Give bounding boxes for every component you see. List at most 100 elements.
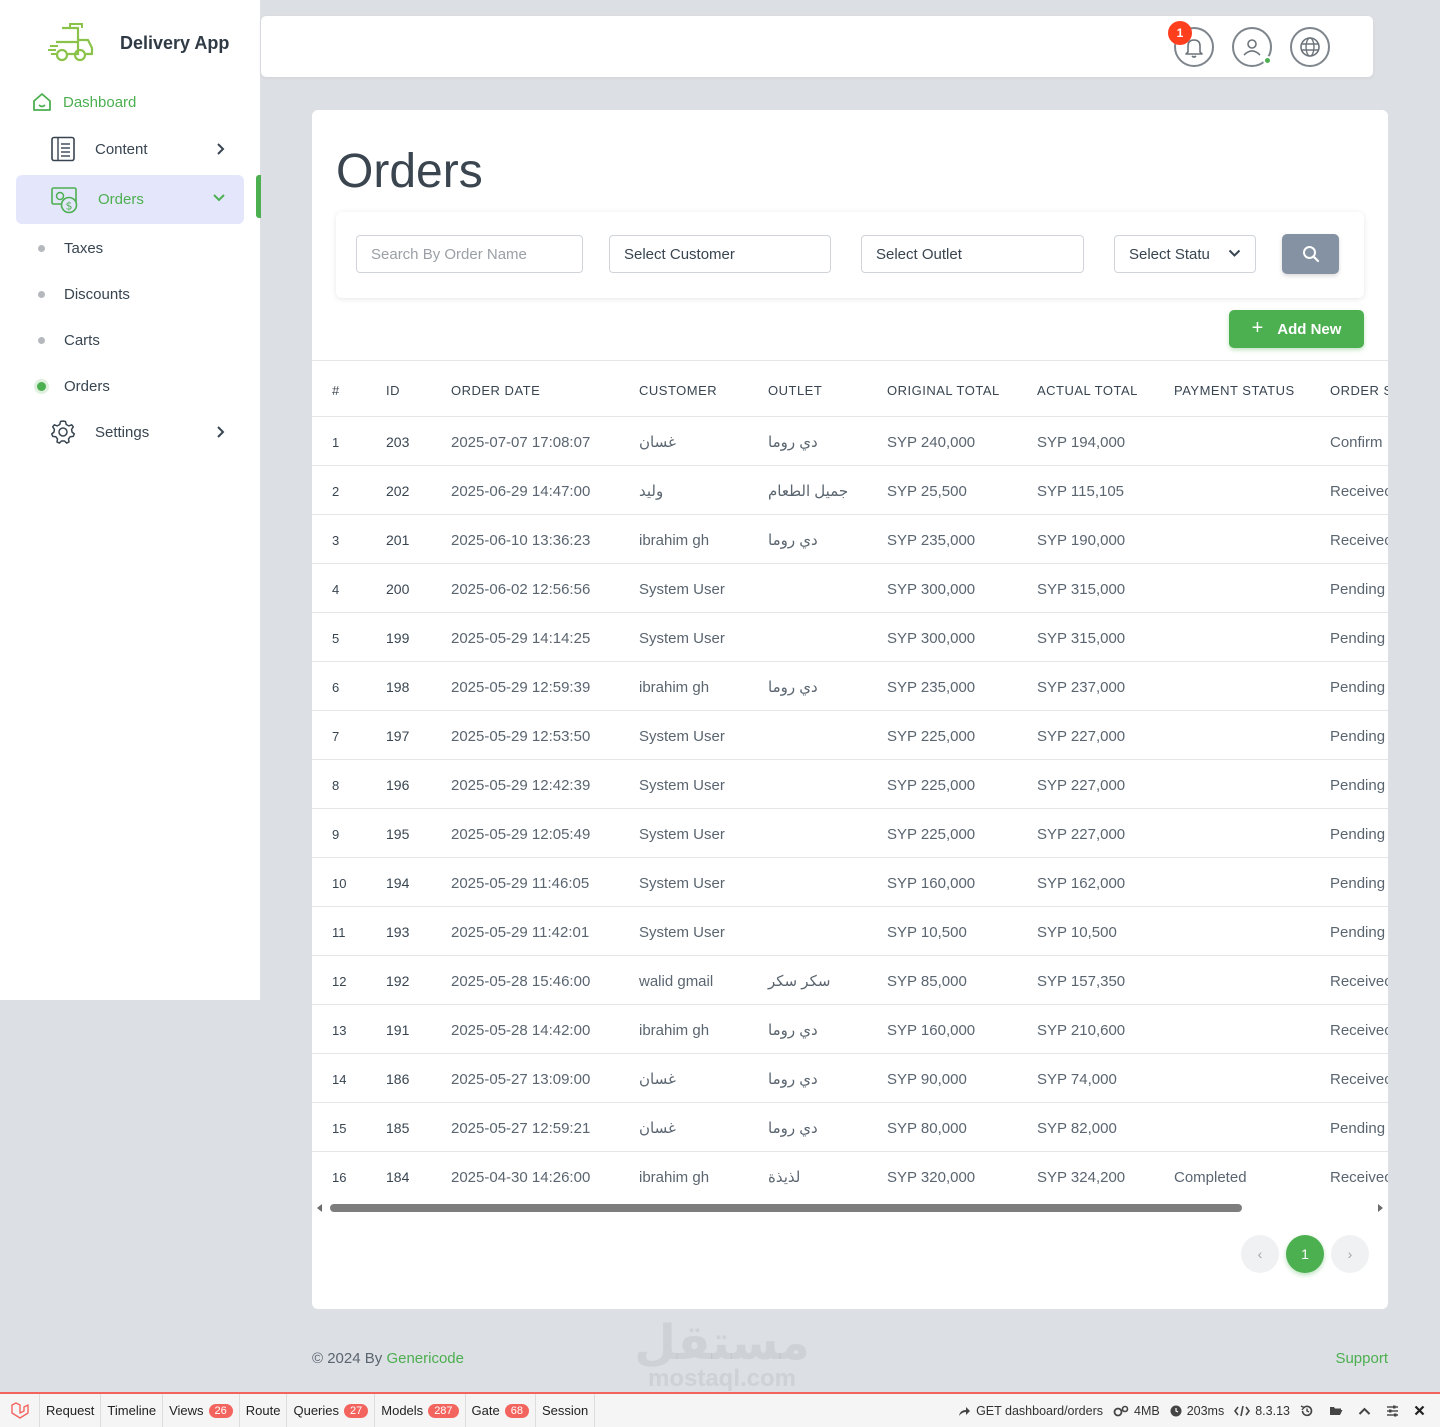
search-button[interactable]	[1282, 234, 1339, 274]
sidebar-subitem-carts[interactable]: Carts	[38, 332, 100, 349]
orders-table-container[interactable]: # ID ORDER DATE CUSTOMER OUTLET ORIGINAL…	[312, 360, 1388, 1202]
cell-outlet: دي روما	[768, 514, 887, 564]
col-header-number[interactable]: #	[312, 360, 386, 417]
cell-id: 195	[386, 808, 451, 858]
table-row[interactable]: 7 197 2025-05-29 12:53:50 System User SYP 22…	[312, 710, 1388, 760]
table-row[interactable]: 14 186 2025-05-27 13:09:00 غسان دي روما SYP 9…	[312, 1053, 1388, 1103]
pagination-next-button[interactable]: ›	[1331, 1235, 1369, 1273]
debug-tab-timeline[interactable]: Timeline	[101, 1394, 164, 1427]
cell-outlet: جميل الطعام	[768, 465, 887, 515]
laravel-logo-icon[interactable]	[0, 1394, 40, 1427]
debug-history-button[interactable]	[1300, 1404, 1319, 1418]
col-header-order-status[interactable]: ORDER S	[1330, 360, 1388, 417]
col-header-customer[interactable]: CUSTOMER	[639, 360, 768, 417]
table-row[interactable]: 6 198 2025-05-29 12:59:39 ibrahim gh دي روما…	[312, 661, 1388, 711]
cell-customer: System User	[639, 808, 768, 858]
cell-original-total: SYP 300,000	[887, 563, 1037, 613]
cell-customer: غسان	[639, 1102, 768, 1152]
watermark-latin: mostaql.com	[647, 1365, 797, 1392]
cell-order-status: Pending	[1330, 563, 1388, 613]
debug-tab-models[interactable]: Models 287	[375, 1394, 466, 1427]
svg-text:$: $	[66, 199, 73, 212]
horizontal-scrollbar[interactable]	[312, 1200, 1388, 1216]
cell-outlet: لذيذة	[768, 1151, 887, 1201]
cell-original-total: SYP 240,000	[887, 416, 1037, 466]
sidebar-item-dashboard[interactable]: Dashboard	[32, 92, 136, 112]
cell-order-date: 2025-05-29 14:14:25	[451, 612, 639, 662]
cell-id: 186	[386, 1053, 451, 1103]
col-header-outlet[interactable]: OUTLET	[768, 360, 887, 417]
table-row[interactable]: 8 196 2025-05-29 12:42:39 System User SYP 22…	[312, 759, 1388, 809]
pagination-page-1[interactable]: 1	[1286, 1235, 1324, 1273]
history-icon	[1300, 1404, 1313, 1416]
debug-tab-views[interactable]: Views 26	[163, 1394, 240, 1427]
cell-id: 197	[386, 710, 451, 760]
debug-collapse-button[interactable]	[1358, 1406, 1376, 1416]
table-row[interactable]: 1 203 2025-07-07 17:08:07 غسان دي روما SYP 24…	[312, 416, 1388, 466]
top-navbar: 1	[261, 16, 1373, 77]
debug-route-text: GET dashboard/orders	[976, 1403, 1103, 1418]
table-row[interactable]: 5 199 2025-05-29 14:14:25 System User SYP 30…	[312, 612, 1388, 662]
col-header-order-date[interactable]: ORDER DATE	[451, 360, 639, 417]
col-header-original-total[interactable]: ORIGINAL TOTAL	[887, 360, 1037, 417]
cell-outlet	[768, 857, 887, 907]
cell-outlet: سكر سكر	[768, 955, 887, 1005]
table-row[interactable]: 16 184 2025-04-30 14:26:00 ibrahim gh لذيذة S…	[312, 1151, 1388, 1201]
table-row[interactable]: 13 191 2025-05-28 14:42:00 ibrahim gh دي روم…	[312, 1004, 1388, 1054]
add-new-button[interactable]: + Add New	[1229, 310, 1364, 348]
table-row[interactable]: 15 185 2025-05-27 12:59:21 غسان دي روما SYP 8…	[312, 1102, 1388, 1152]
sidebar-item-content[interactable]: Content	[50, 136, 230, 162]
table-row[interactable]: 12 192 2025-05-28 15:46:00 walid gmail سكر س…	[312, 955, 1388, 1005]
active-indicator	[256, 175, 261, 218]
brand[interactable]: Delivery App	[48, 22, 229, 64]
col-header-actual-total[interactable]: ACTUAL TOTAL	[1037, 360, 1174, 417]
table-row[interactable]: 4 200 2025-06-02 12:56:56 System User SYP 30…	[312, 563, 1388, 613]
bullet-dot	[38, 337, 45, 344]
debug-tab-session[interactable]: Session	[536, 1394, 596, 1427]
debug-close-button[interactable]	[1414, 1405, 1430, 1416]
debug-tab-gate[interactable]: Gate 68	[466, 1394, 536, 1427]
cell-order-status: Pending	[1330, 612, 1388, 662]
search-order-input[interactable]	[356, 235, 583, 273]
table-row[interactable]: 9 195 2025-05-29 12:05:49 System User SYP 22…	[312, 808, 1388, 858]
table-row[interactable]: 3 201 2025-06-10 13:36:23 ibrahim gh دي روما…	[312, 514, 1388, 564]
select-status[interactable]: Select Statu	[1114, 235, 1256, 273]
cell-actual-total: SYP 194,000	[1037, 416, 1174, 466]
footer-brand-link[interactable]: Genericode	[386, 1350, 464, 1367]
scroll-left-arrow-icon[interactable]	[317, 1204, 322, 1212]
col-header-payment-status[interactable]: PAYMENT STATUS	[1174, 360, 1330, 417]
scroll-right-arrow-icon[interactable]	[1378, 1204, 1383, 1212]
cell-number: 7	[312, 710, 386, 760]
debug-tab-queries[interactable]: Queries 27	[287, 1394, 376, 1427]
footer-support-link[interactable]: Support	[1335, 1350, 1388, 1367]
select-customer[interactable]: Select Customer	[609, 235, 831, 273]
cell-payment-status	[1174, 612, 1330, 662]
clock-icon	[1170, 1405, 1182, 1416]
sidebar-item-orders[interactable]: $ Orders	[16, 175, 244, 224]
sidebar-item-label: Orders	[98, 191, 144, 208]
debug-tab-route[interactable]: Route	[240, 1394, 288, 1427]
select-outlet[interactable]: Select Outlet	[861, 235, 1084, 273]
sidebar-subitem-orders[interactable]: Orders	[37, 378, 110, 395]
pagination-prev-button[interactable]: ‹	[1241, 1235, 1279, 1273]
debug-tab-request[interactable]: Request	[40, 1394, 102, 1427]
sidebar-subitem-taxes[interactable]: Taxes	[38, 240, 103, 257]
debug-settings-button[interactable]	[1386, 1405, 1404, 1417]
cell-number: 14	[312, 1053, 386, 1103]
cell-order-status: Pending	[1330, 857, 1388, 907]
sidebar-item-settings[interactable]: Settings	[50, 419, 230, 445]
table-row[interactable]: 11 193 2025-05-29 11:42:01 System User SYP 1…	[312, 906, 1388, 956]
table-row[interactable]: 2 202 2025-06-29 14:47:00 وليد جميل الطعام SY…	[312, 465, 1388, 515]
table-row[interactable]: 10 194 2025-05-29 11:46:05 System User SYP 1…	[312, 857, 1388, 907]
user-profile-button[interactable]	[1232, 27, 1272, 67]
language-button[interactable]	[1290, 27, 1330, 67]
debug-open-button[interactable]	[1329, 1405, 1348, 1417]
sidebar-subitem-discounts[interactable]: Discounts	[38, 286, 130, 303]
cell-outlet	[768, 906, 887, 956]
col-header-id[interactable]: ID	[386, 360, 451, 417]
notifications-button[interactable]: 1	[1168, 21, 1214, 67]
debug-tab-badge: 26	[208, 1403, 233, 1418]
scrollbar-thumb[interactable]	[330, 1204, 1242, 1212]
cell-actual-total: SYP 315,000	[1037, 563, 1174, 613]
debug-tab-label: Request	[46, 1403, 95, 1418]
